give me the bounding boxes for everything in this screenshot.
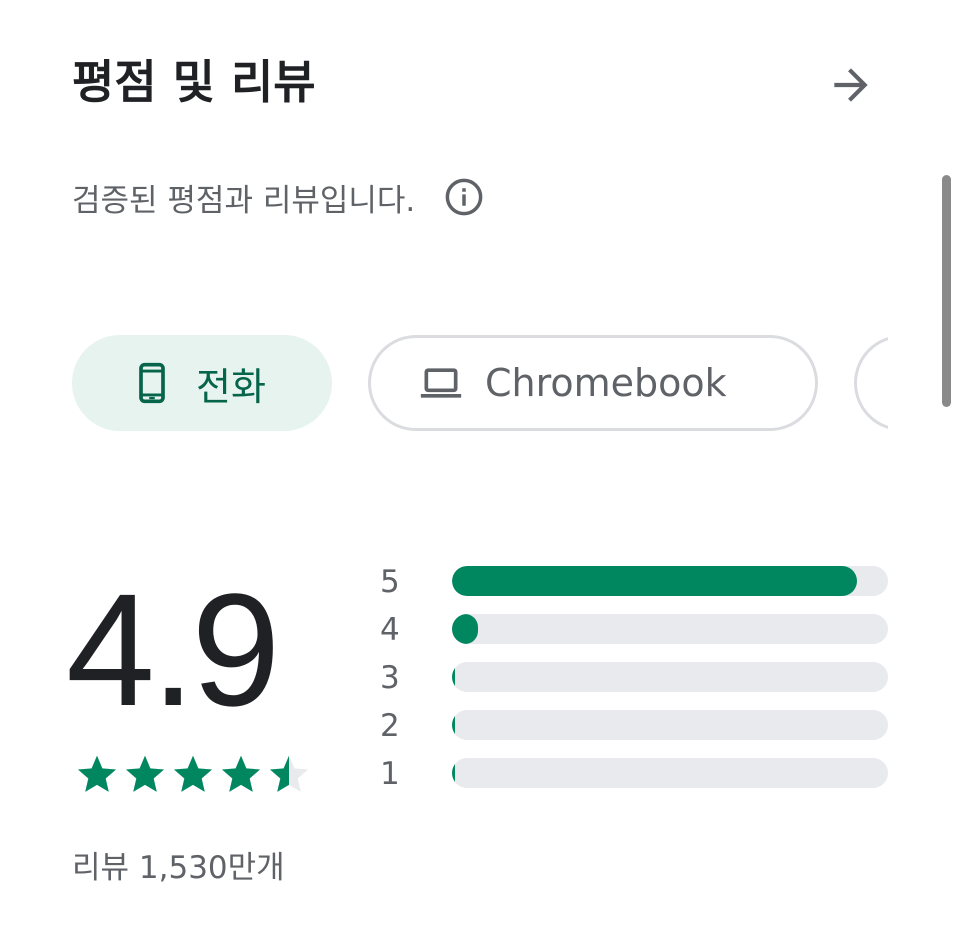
star-full-icon [125,755,165,792]
rating-bar-label: 3 [380,660,400,696]
section-title: 평점 및 리뷰 [72,55,316,109]
verified-notice: 검증된 평점과 리뷰입니다. [72,174,485,220]
rating-bar-track [452,566,888,596]
star-full-icon [77,755,117,792]
chip-phone[interactable]: 전화 [72,335,332,431]
chip-chromebook-label: Chromebook [485,361,727,405]
verified-notice-text: 검증된 평점과 리뷰입니다. [72,182,416,219]
scrollbar[interactable] [942,175,951,407]
info-icon[interactable] [443,176,485,218]
arrow-right-icon[interactable] [826,60,876,110]
rating-distribution: 5 4 3 2 1 [380,560,888,800]
rating-bar-fill [452,662,455,692]
chip-phone-label: 전화 [196,364,266,409]
chip-chromebook[interactable]: Chromebook [368,335,818,431]
rating-bar-fill [452,614,478,644]
rating-bar-track [452,758,888,788]
rating-bar-row: 1 [380,752,888,800]
rating-bar-label: 2 [380,708,400,744]
star-full-icon [173,755,213,792]
device-filter-chips: 전화 Chromebook [72,335,888,431]
rating-bar-row: 5 [380,560,888,608]
laptop-icon [420,368,462,398]
rating-bar-fill [452,758,455,788]
rating-bar-track [452,614,888,644]
rating-bar-label: 1 [380,756,400,792]
rating-bar-track [452,710,888,740]
star-full-icon [221,755,261,792]
rating-bar-fill [452,710,455,740]
rating-bar-row: 2 [380,704,888,752]
rating-bar-row: 3 [380,656,888,704]
rating-bar-label: 5 [380,564,400,600]
rating-bar-label: 4 [380,612,400,648]
chip-more[interactable] [854,335,888,431]
average-rating: 4.9 [66,560,280,739]
rating-bar-fill [452,566,857,596]
star-half-icon [269,755,309,792]
star-rating [74,752,314,796]
rating-bar-track [452,662,888,692]
rating-bar-row: 4 [380,608,888,656]
review-count: 리뷰 1,530만개 [72,850,285,886]
phone-icon [139,362,165,404]
